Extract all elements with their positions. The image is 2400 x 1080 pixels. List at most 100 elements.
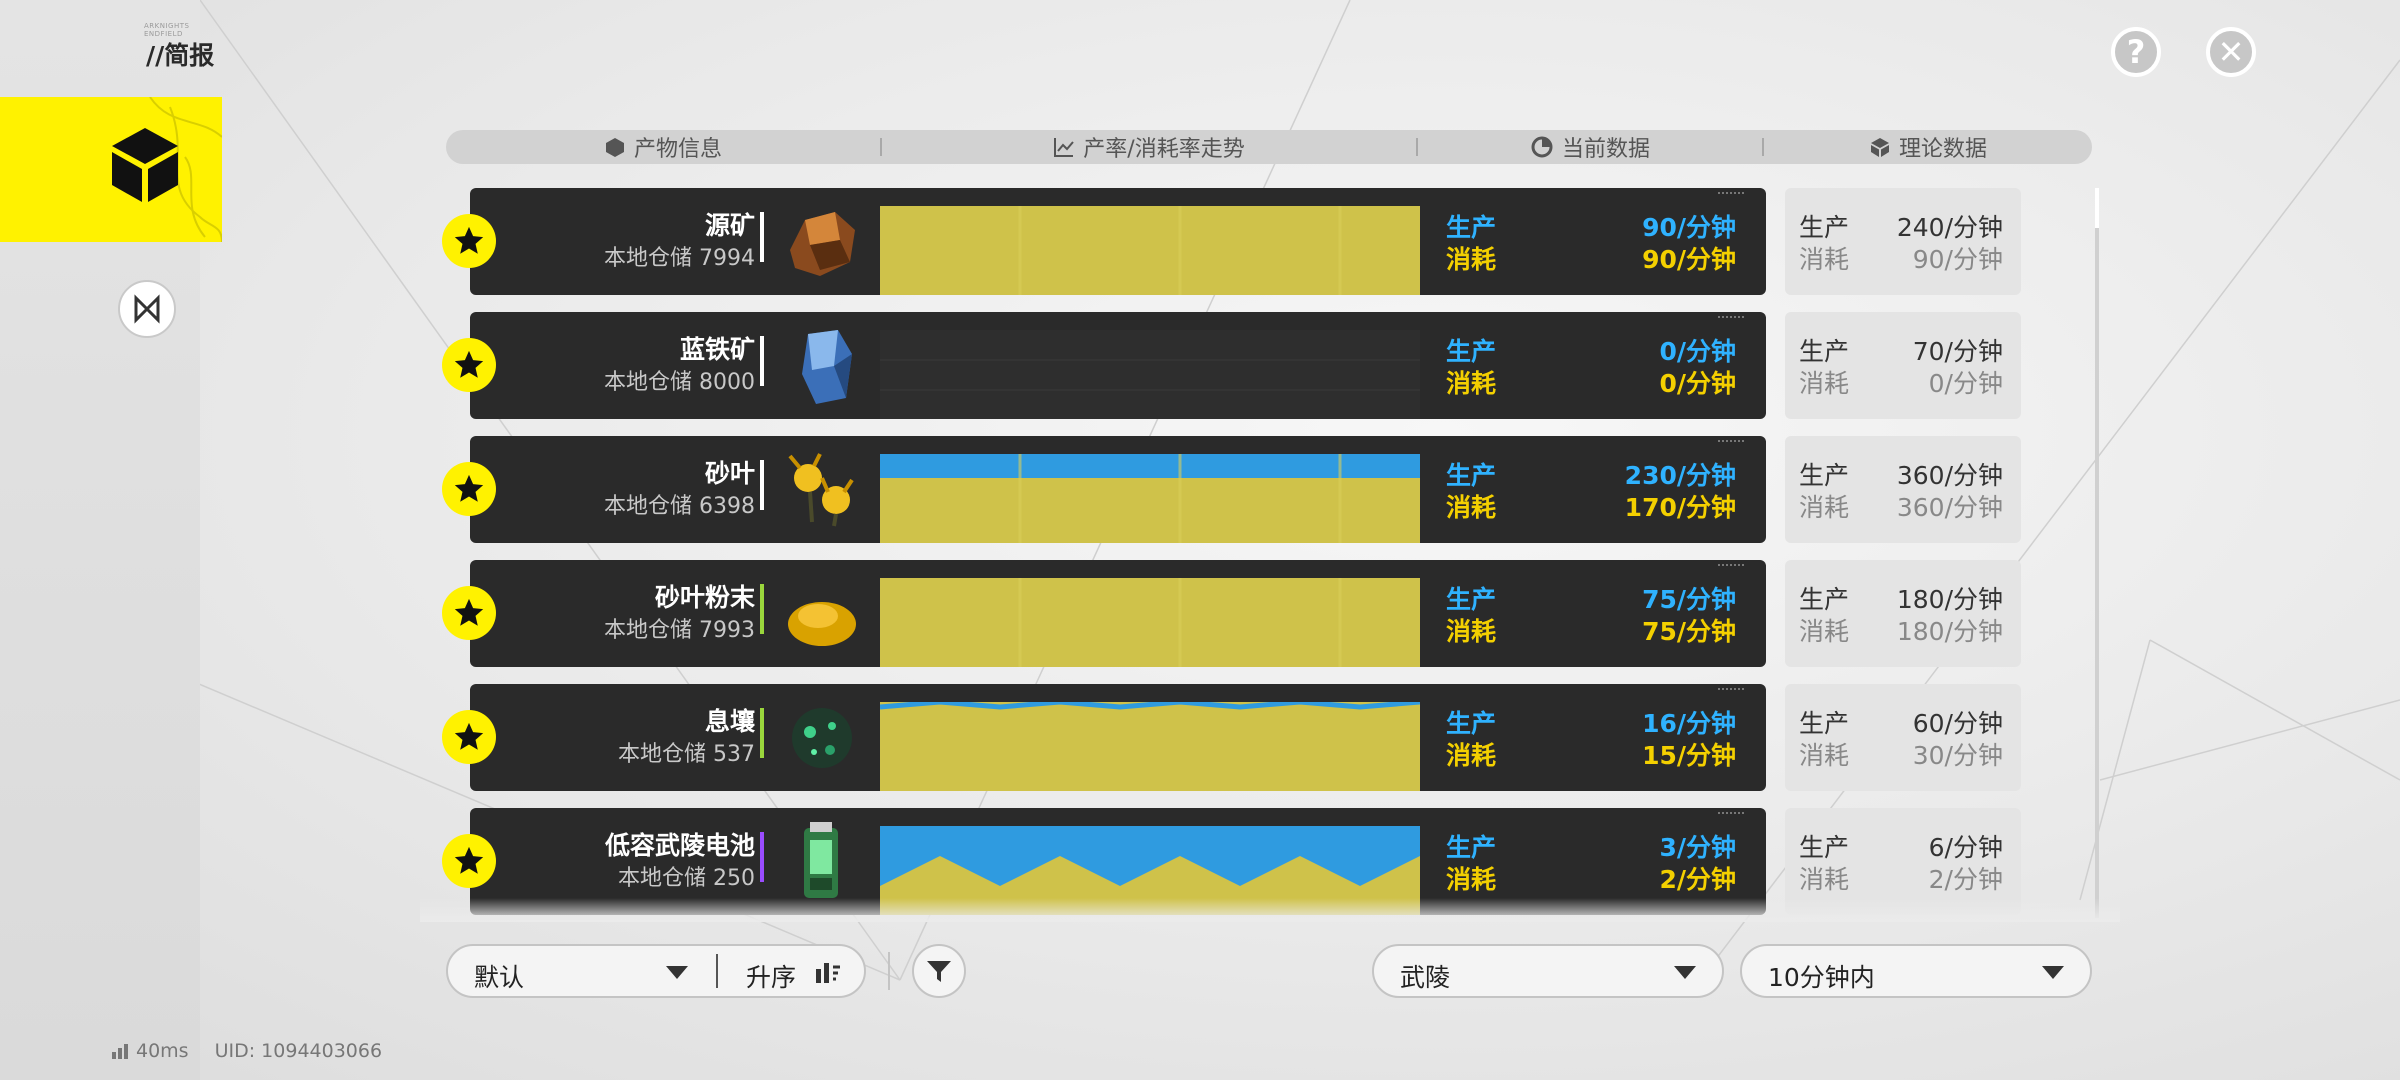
consume-label: 消耗 [1799, 741, 1850, 770]
item-stock: 本地仓储 537 [618, 742, 755, 767]
chevron-down-icon [1674, 966, 1696, 979]
region-select[interactable]: 武陵 [1372, 944, 1724, 998]
current-produce-value: 75/分钟 [1642, 585, 1736, 614]
produce-label: 生产 [1446, 337, 1497, 366]
current-data: 生产 消耗 90/分钟 90/分钟 [1438, 188, 1756, 295]
current-produce-value: 0/分钟 [1659, 337, 1736, 366]
column-product-info: 产物信息 [446, 130, 880, 164]
filter-button[interactable] [912, 944, 966, 998]
product-row[interactable]: 砂叶 本地仓储 6398 生产 消耗 230/分钟 170/分钟 [442, 436, 1766, 543]
consume-label: 消耗 [1446, 865, 1497, 894]
pie-chart-icon [1531, 136, 1553, 158]
produce-label: 生产 [1799, 337, 1850, 366]
produce-label: 生产 [1446, 709, 1497, 738]
product-row[interactable]: 砂叶粉末 本地仓储 7993 生产 消耗 75/分钟 75/分钟 [442, 560, 1766, 667]
more-icon [1718, 564, 1744, 569]
item-name: 息壤 [704, 707, 755, 736]
consume-label: 消耗 [1799, 369, 1850, 398]
consume-label: 消耗 [1799, 617, 1850, 646]
theoretical-consume-value: 90/分钟 [1912, 245, 2003, 274]
item-stock: 本地仓储 250 [618, 866, 755, 891]
order-toggle[interactable]: 升序 [720, 946, 866, 996]
rarity-bar [760, 460, 764, 510]
signal-icon [112, 1044, 128, 1059]
scrollbar-track[interactable] [2095, 188, 2099, 918]
consume-label: 消耗 [1799, 493, 1850, 522]
list-fade [420, 898, 2120, 922]
consume-label: 消耗 [1446, 493, 1497, 522]
uid-text: UID: 1094403066 [214, 1040, 383, 1062]
produce-label: 生产 [1446, 461, 1497, 490]
help-button[interactable]: ? [2111, 27, 2161, 77]
sidebar-tab-flow[interactable] [118, 280, 176, 338]
current-consume-value: 170/分钟 [1624, 493, 1736, 522]
current-consume-value: 90/分钟 [1642, 245, 1736, 274]
theoretical-consume-value: 360/分钟 [1896, 493, 2003, 522]
theoretical-produce-value: 60/分钟 [1912, 709, 2003, 738]
item-stock: 本地仓储 7994 [604, 246, 755, 271]
theoretical-produce-value: 180/分钟 [1896, 585, 2003, 614]
more-icon [1718, 440, 1744, 445]
sandleaf-icon [788, 453, 854, 527]
item-name: 砂叶粉末 [654, 583, 755, 612]
column-label: 理论数据 [1898, 137, 1987, 162]
theoretical-consume-value: 0/分钟 [1928, 369, 2003, 398]
more-icon [1718, 192, 1744, 197]
theoretical-produce-value: 70/分钟 [1912, 337, 2003, 366]
rarity-bar [760, 708, 764, 758]
current-produce-value: 3/分钟 [1659, 833, 1736, 862]
current-consume-value: 75/分钟 [1642, 617, 1736, 646]
page-title: //简报 [146, 41, 215, 70]
scrollbar-thumb[interactable] [2095, 188, 2099, 228]
trend-graph [880, 206, 1420, 295]
ping-indicator: 40ms [112, 1040, 189, 1062]
rarity-bar [760, 336, 764, 386]
column-trend: 产率/消耗率走势 [882, 130, 1416, 164]
trend-graph [880, 578, 1420, 667]
current-consume-value: 15/分钟 [1642, 741, 1736, 770]
time-range-select[interactable]: 10分钟内 [1740, 944, 2092, 998]
produce-label: 生产 [1799, 461, 1850, 490]
time-select-value: 10分钟内 [1768, 963, 1875, 992]
originium-ore-icon [790, 212, 855, 276]
cube-icon [112, 128, 178, 202]
produce-label: 生产 [1799, 213, 1850, 242]
order-label: 升序 [746, 963, 797, 992]
item-name: 蓝铁矿 [679, 335, 755, 364]
more-icon [1718, 316, 1744, 321]
sandleaf-powder-icon [788, 602, 856, 646]
rarity-bar [760, 832, 764, 882]
consume-label: 消耗 [1446, 245, 1497, 274]
sort-ascending-icon [816, 963, 840, 983]
item-stock: 本地仓储 7993 [604, 618, 755, 643]
product-row[interactable]: 源矿 本地仓储 7994 生产 消耗 90/分钟 90/分钟 [442, 188, 1766, 295]
close-button[interactable]: ✕ [2206, 27, 2256, 77]
sort-control: 默认 升序 [446, 944, 866, 998]
current-consume-value: 2/分钟 [1659, 865, 1736, 894]
produce-label: 生产 [1799, 709, 1850, 738]
produce-label: 生产 [1799, 833, 1850, 862]
chevron-down-icon [666, 966, 688, 979]
theoretical-consume-value: 180/分钟 [1896, 617, 2003, 646]
consume-label: 消耗 [1799, 245, 1850, 274]
produce-label: 生产 [1446, 213, 1497, 242]
line-chart-icon [1054, 138, 1075, 157]
theoretical-consume-value: 30/分钟 [1912, 741, 2003, 770]
product-row[interactable]: 蓝铁矿 本地仓储 8000 生产 消耗 0/分钟 0/分钟 [442, 312, 1766, 419]
sort-select[interactable]: 默认 [448, 946, 716, 996]
column-label: 产率/消耗率走势 [1083, 137, 1245, 162]
item-name: 低容武陵电池 [604, 831, 755, 860]
xirang-icon [792, 708, 852, 768]
bowtie-icon [134, 294, 160, 324]
current-produce-value: 90/分钟 [1642, 213, 1736, 242]
theoretical-data: 生产 消耗 240/分钟 90/分钟 [1785, 188, 2021, 295]
trend-graph [880, 454, 1420, 543]
item-name: 源矿 [704, 211, 755, 240]
blue-iron-ore-icon [802, 330, 852, 404]
product-row[interactable]: 息壤 本地仓储 537 生产 消耗 16/分钟 15/分钟 [442, 684, 1766, 791]
produce-label: 生产 [1799, 585, 1850, 614]
theoretical-produce-value: 240/分钟 [1896, 213, 2003, 242]
current-consume-value: 0/分钟 [1659, 369, 1736, 398]
column-header: 产物信息 产率/消耗率走势 当前数据 理论数据 [446, 130, 2092, 164]
current-data: 生产 消耗 75/分钟 75/分钟 [1438, 560, 1756, 667]
